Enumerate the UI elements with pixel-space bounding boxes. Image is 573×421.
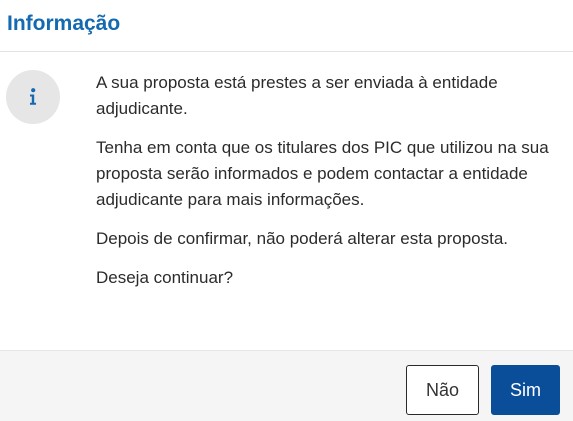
dialog-footer: Não Sim — [0, 350, 573, 421]
message-paragraph: Tenha em conta que os titulares dos PIC … — [96, 138, 549, 209]
info-glyph — [30, 88, 36, 105]
dialog-body: A sua proposta está prestes a ser enviad… — [0, 53, 573, 350]
no-button[interactable]: Não — [406, 365, 479, 415]
info-icon — [6, 70, 60, 124]
info-dialog: Informação A sua proposta está prestes a… — [0, 0, 573, 421]
dialog-messages: A sua proposta está prestes a ser enviad… — [96, 70, 562, 304]
message-paragraph: Deseja continuar? — [96, 268, 234, 287]
message-paragraph: Depois de confirmar, não poderá alterar … — [96, 229, 509, 248]
message-paragraph: A sua proposta está prestes a ser enviad… — [96, 73, 498, 118]
dialog-header: Informação — [0, 0, 573, 52]
yes-button[interactable]: Sim — [491, 365, 560, 415]
dialog-title: Informação — [7, 12, 121, 35]
